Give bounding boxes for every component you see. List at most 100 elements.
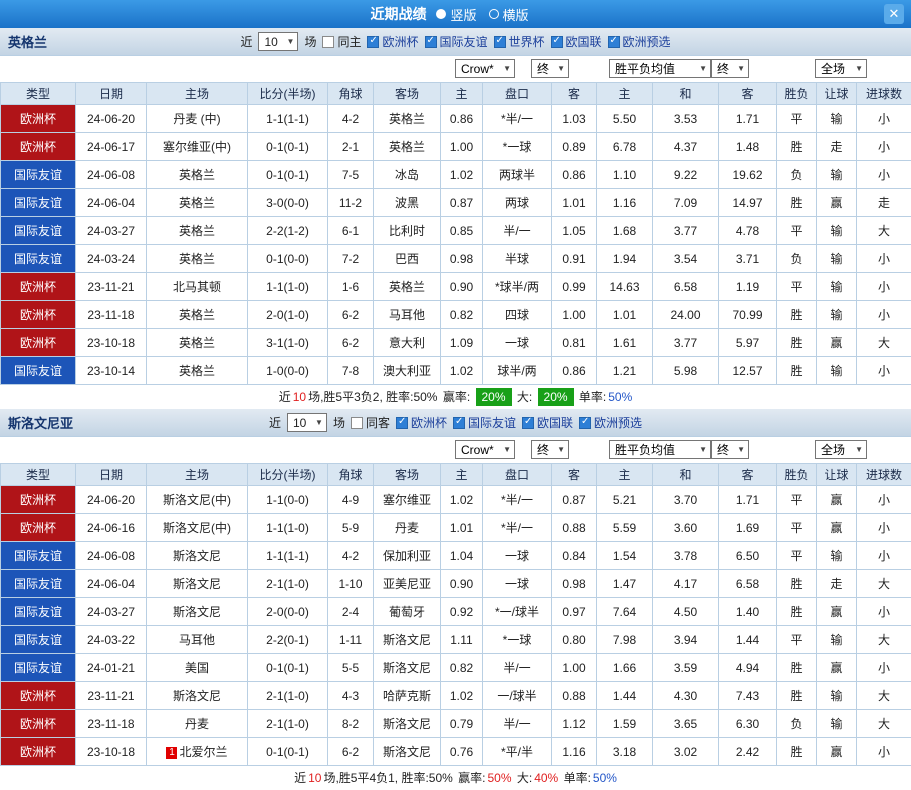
handicap-stage-select[interactable]: 终▼ (531, 440, 569, 459)
recent-count-select[interactable]: 10 ▼ (258, 32, 298, 51)
league-checkbox[interactable]: 欧洲预选 (579, 414, 642, 431)
close-button[interactable]: ✕ (884, 4, 904, 24)
match-row: 欧洲杯24-06-16斯洛文尼(中)1-1(1-0)5-9丹麦1.01*半/一0… (1, 514, 911, 542)
odds-company-select[interactable]: Crow*▼ (455, 59, 515, 78)
col-result: 平 (777, 273, 817, 301)
col-score: 0-1(0-1) (248, 161, 328, 189)
column-header: 客 (552, 83, 597, 105)
layout-vertical-radio[interactable]: 竖版 (436, 5, 476, 24)
league-checkbox[interactable]: 世界杯 (494, 33, 545, 50)
col-away-team: 比利时 (374, 217, 441, 245)
col-euro-home-odds: 1.61 (597, 329, 653, 357)
same-venue-checkbox[interactable]: 同客 (351, 414, 390, 431)
column-header: 客 (552, 464, 597, 486)
col-goals-result: 小 (857, 245, 911, 273)
recent-count-value: 10 (264, 35, 277, 49)
col-euro-draw-odds: 6.58 (653, 273, 719, 301)
col-goals-result: 小 (857, 133, 911, 161)
col-result: 胜 (777, 570, 817, 598)
same-venue-checkbox[interactable]: 同主 (322, 33, 361, 50)
col-date: 24-06-08 (76, 161, 147, 189)
col-competition: 欧洲杯 (1, 273, 76, 301)
europe-odds-select[interactable]: 胜平负均值▼ (609, 440, 711, 459)
home-team-name: 塞尔维亚(中) (163, 140, 231, 154)
europe-stage-select[interactable]: 终▼ (711, 59, 749, 78)
europe-odds-value: 胜平负均值 (615, 441, 675, 458)
europe-stage-select[interactable]: 终▼ (711, 440, 749, 459)
league-label: 欧洲杯 (411, 414, 447, 431)
col-away-team: 巴西 (374, 245, 441, 273)
col-goals-result: 小 (857, 654, 911, 682)
col-euro-away-odds: 14.97 (719, 189, 777, 217)
layout-horizontal-radio[interactable]: 横版 (489, 5, 529, 24)
col-euro-away-odds: 12.57 (719, 357, 777, 385)
league-checkbox[interactable]: 欧国联 (522, 414, 573, 431)
col-euro-draw-odds: 3.60 (653, 514, 719, 542)
col-score: 1-1(0-0) (248, 486, 328, 514)
league-checkbox[interactable]: 欧洲杯 (367, 33, 418, 50)
col-euro-away-odds: 19.62 (719, 161, 777, 189)
col-handicap-result: 输 (817, 682, 857, 710)
col-score: 2-2(1-2) (248, 217, 328, 245)
col-handicap: 半球 (483, 245, 552, 273)
odds-company-select[interactable]: Crow*▼ (455, 440, 515, 459)
col-competition: 国际友谊 (1, 654, 76, 682)
col-euro-draw-odds: 4.37 (653, 133, 719, 161)
col-competition: 国际友谊 (1, 570, 76, 598)
team-section: 英格兰近10▼场同主欧洲杯国际友谊世界杯欧国联欧洲预选Crow*▼终▼胜平负均值… (0, 28, 911, 409)
filter-bar: 近10▼场同主欧洲杯国际友谊世界杯欧国联欧洲预选 (237, 32, 673, 51)
col-handicap-away-odds: 0.88 (552, 682, 597, 710)
col-result: 胜 (777, 598, 817, 626)
europe-odds-select[interactable]: 胜平负均值▼ (609, 59, 711, 78)
col-goals-result: 小 (857, 542, 911, 570)
checkbox-icon (494, 36, 506, 48)
col-date: 24-06-20 (76, 486, 147, 514)
scope-select[interactable]: 全场▼ (815, 59, 867, 78)
col-home-team: 斯洛文尼(中) (147, 486, 248, 514)
summary-line: 近10场,胜5平3负2, 胜率:50% 赢率: 20% 大: 20% 单率:50… (0, 385, 911, 409)
col-handicap-result: 赢 (817, 329, 857, 357)
col-handicap: 半/一 (483, 217, 552, 245)
handicap-stage-value: 终 (537, 60, 549, 77)
checkbox-icon (522, 417, 534, 429)
league-checkbox[interactable]: 国际友谊 (453, 414, 516, 431)
col-goals-result: 大 (857, 626, 911, 654)
col-euro-home-odds: 1.16 (597, 189, 653, 217)
col-handicap-result: 赢 (817, 738, 857, 766)
league-checkbox[interactable]: 欧洲预选 (608, 33, 671, 50)
handicap-stage-select[interactable]: 终▼ (531, 59, 569, 78)
col-competition: 国际友谊 (1, 217, 76, 245)
match-row: 欧洲杯23-11-21北马其顿1-1(1-0)1-6英格兰0.90*球半/两0.… (1, 273, 911, 301)
chevron-down-icon: ▼ (287, 37, 295, 46)
col-goals-result: 走 (857, 189, 911, 217)
col-goals-result: 大 (857, 710, 911, 738)
scope-select[interactable]: 全场▼ (815, 440, 867, 459)
col-goals-result: 大 (857, 570, 911, 598)
league-label: 国际友谊 (440, 33, 488, 50)
match-row: 国际友谊24-01-21美国0-1(0-1)5-5斯洛文尼0.82半/一1.00… (1, 654, 911, 682)
league-checkbox[interactable]: 欧洲杯 (396, 414, 447, 431)
col-corners: 6-2 (328, 738, 374, 766)
col-goals-result: 大 (857, 217, 911, 245)
col-handicap-away-odds: 0.98 (552, 570, 597, 598)
col-handicap: *半/一 (483, 514, 552, 542)
col-score: 2-1(1-0) (248, 682, 328, 710)
chevron-down-icon: ▼ (699, 64, 707, 73)
matches-label: 场 (304, 33, 316, 50)
col-result: 胜 (777, 301, 817, 329)
match-row: 国际友谊24-03-22马耳他2-2(0-1)1-11斯洛文尼1.11*一球0.… (1, 626, 911, 654)
col-date: 24-06-04 (76, 570, 147, 598)
recent-count-select[interactable]: 10▼ (287, 413, 327, 432)
col-handicap-home-odds: 1.01 (441, 514, 483, 542)
checkbox-icon (579, 417, 591, 429)
league-checkbox[interactable]: 欧国联 (551, 33, 602, 50)
league-checkbox[interactable]: 国际友谊 (425, 33, 488, 50)
col-handicap-away-odds: 0.86 (552, 357, 597, 385)
col-date: 24-01-21 (76, 654, 147, 682)
col-euro-home-odds: 5.21 (597, 486, 653, 514)
col-euro-home-odds: 1.59 (597, 710, 653, 738)
col-date: 23-11-21 (76, 682, 147, 710)
col-result: 平 (777, 217, 817, 245)
chevron-down-icon: ▼ (315, 418, 323, 427)
col-euro-draw-odds: 3.77 (653, 217, 719, 245)
